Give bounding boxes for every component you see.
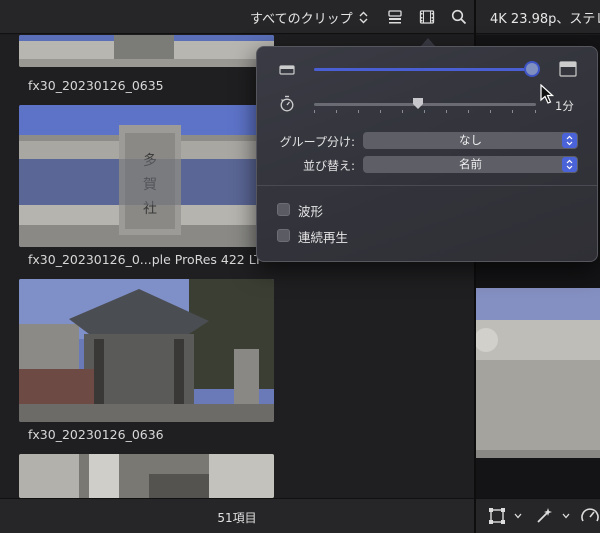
waveform-checkbox[interactable] (277, 203, 290, 216)
clip-filter-menu[interactable]: すべてのクリップ (250, 8, 368, 27)
waveform-label: 波形 (298, 204, 324, 219)
duration-tick-marks (314, 110, 536, 113)
speed-gauge-icon[interactable] (580, 506, 600, 526)
large-clip-height-icon (559, 61, 577, 77)
browser-status-bar: 51項目 (0, 498, 474, 533)
clip-height-track-fill (314, 68, 536, 71)
viewer-toolbar (476, 498, 600, 533)
clip-height-slider-thumb[interactable] (523, 61, 540, 77)
transform-icon[interactable] (488, 507, 506, 525)
magic-wand-icon[interactable] (534, 506, 554, 526)
group-by-value: なし (459, 133, 482, 147)
group-by-select[interactable]: なし (363, 132, 578, 149)
chevron-down-icon[interactable] (562, 513, 570, 519)
continuous-playback-checkbox[interactable] (277, 229, 290, 242)
updown-chevron-icon (562, 157, 577, 172)
mouse-cursor-icon (540, 84, 554, 104)
list-view-icon[interactable] (386, 8, 404, 26)
clip-name: fx30_20230126_0...ple ProRes 422 LT (28, 252, 262, 267)
clip-thumbnail[interactable] (19, 279, 274, 422)
clip-thumbnail[interactable]: 多 賀 社 (19, 105, 274, 247)
duration-value: 1分 (555, 99, 574, 113)
sort-by-select[interactable]: 名前 (363, 156, 578, 173)
sort-by-label: 並び替え: (302, 159, 355, 173)
duration-track (314, 103, 536, 106)
item-count: 51項目 (217, 511, 257, 525)
clip-thumbnail[interactable] (19, 454, 274, 498)
filmstrip-view-icon[interactable] (418, 8, 436, 26)
group-by-label: グループ分け: (279, 135, 355, 149)
duration-slider-thumb[interactable] (412, 97, 424, 110)
updown-chevron-icon (562, 133, 577, 148)
sort-by-value: 名前 (459, 157, 482, 171)
small-clip-height-icon (279, 65, 295, 75)
clip-filter-label: すべてのクリップ (250, 12, 353, 27)
chevron-down-icon[interactable] (514, 513, 522, 519)
updown-chevron-icon (359, 11, 368, 24)
clip-name: fx30_20230126_0635 (28, 78, 164, 93)
stopwatch-icon (280, 95, 294, 112)
clip-thumbnail[interactable] (19, 35, 274, 67)
popover-separator (257, 185, 597, 186)
top-toolbar: すべてのクリップ 4K 23.98p、ステレ (0, 0, 600, 34)
clip-name: fx30_20230126_0636 (28, 427, 164, 442)
continuous-playback-label: 連続再生 (298, 230, 349, 245)
clip-appearance-popover: 1分 グループ分け: なし 並び替え: 名前 波形 連続再生 (256, 46, 598, 262)
viewer-format-info: 4K 23.98p、ステレ (490, 12, 600, 27)
search-icon[interactable] (450, 8, 468, 26)
